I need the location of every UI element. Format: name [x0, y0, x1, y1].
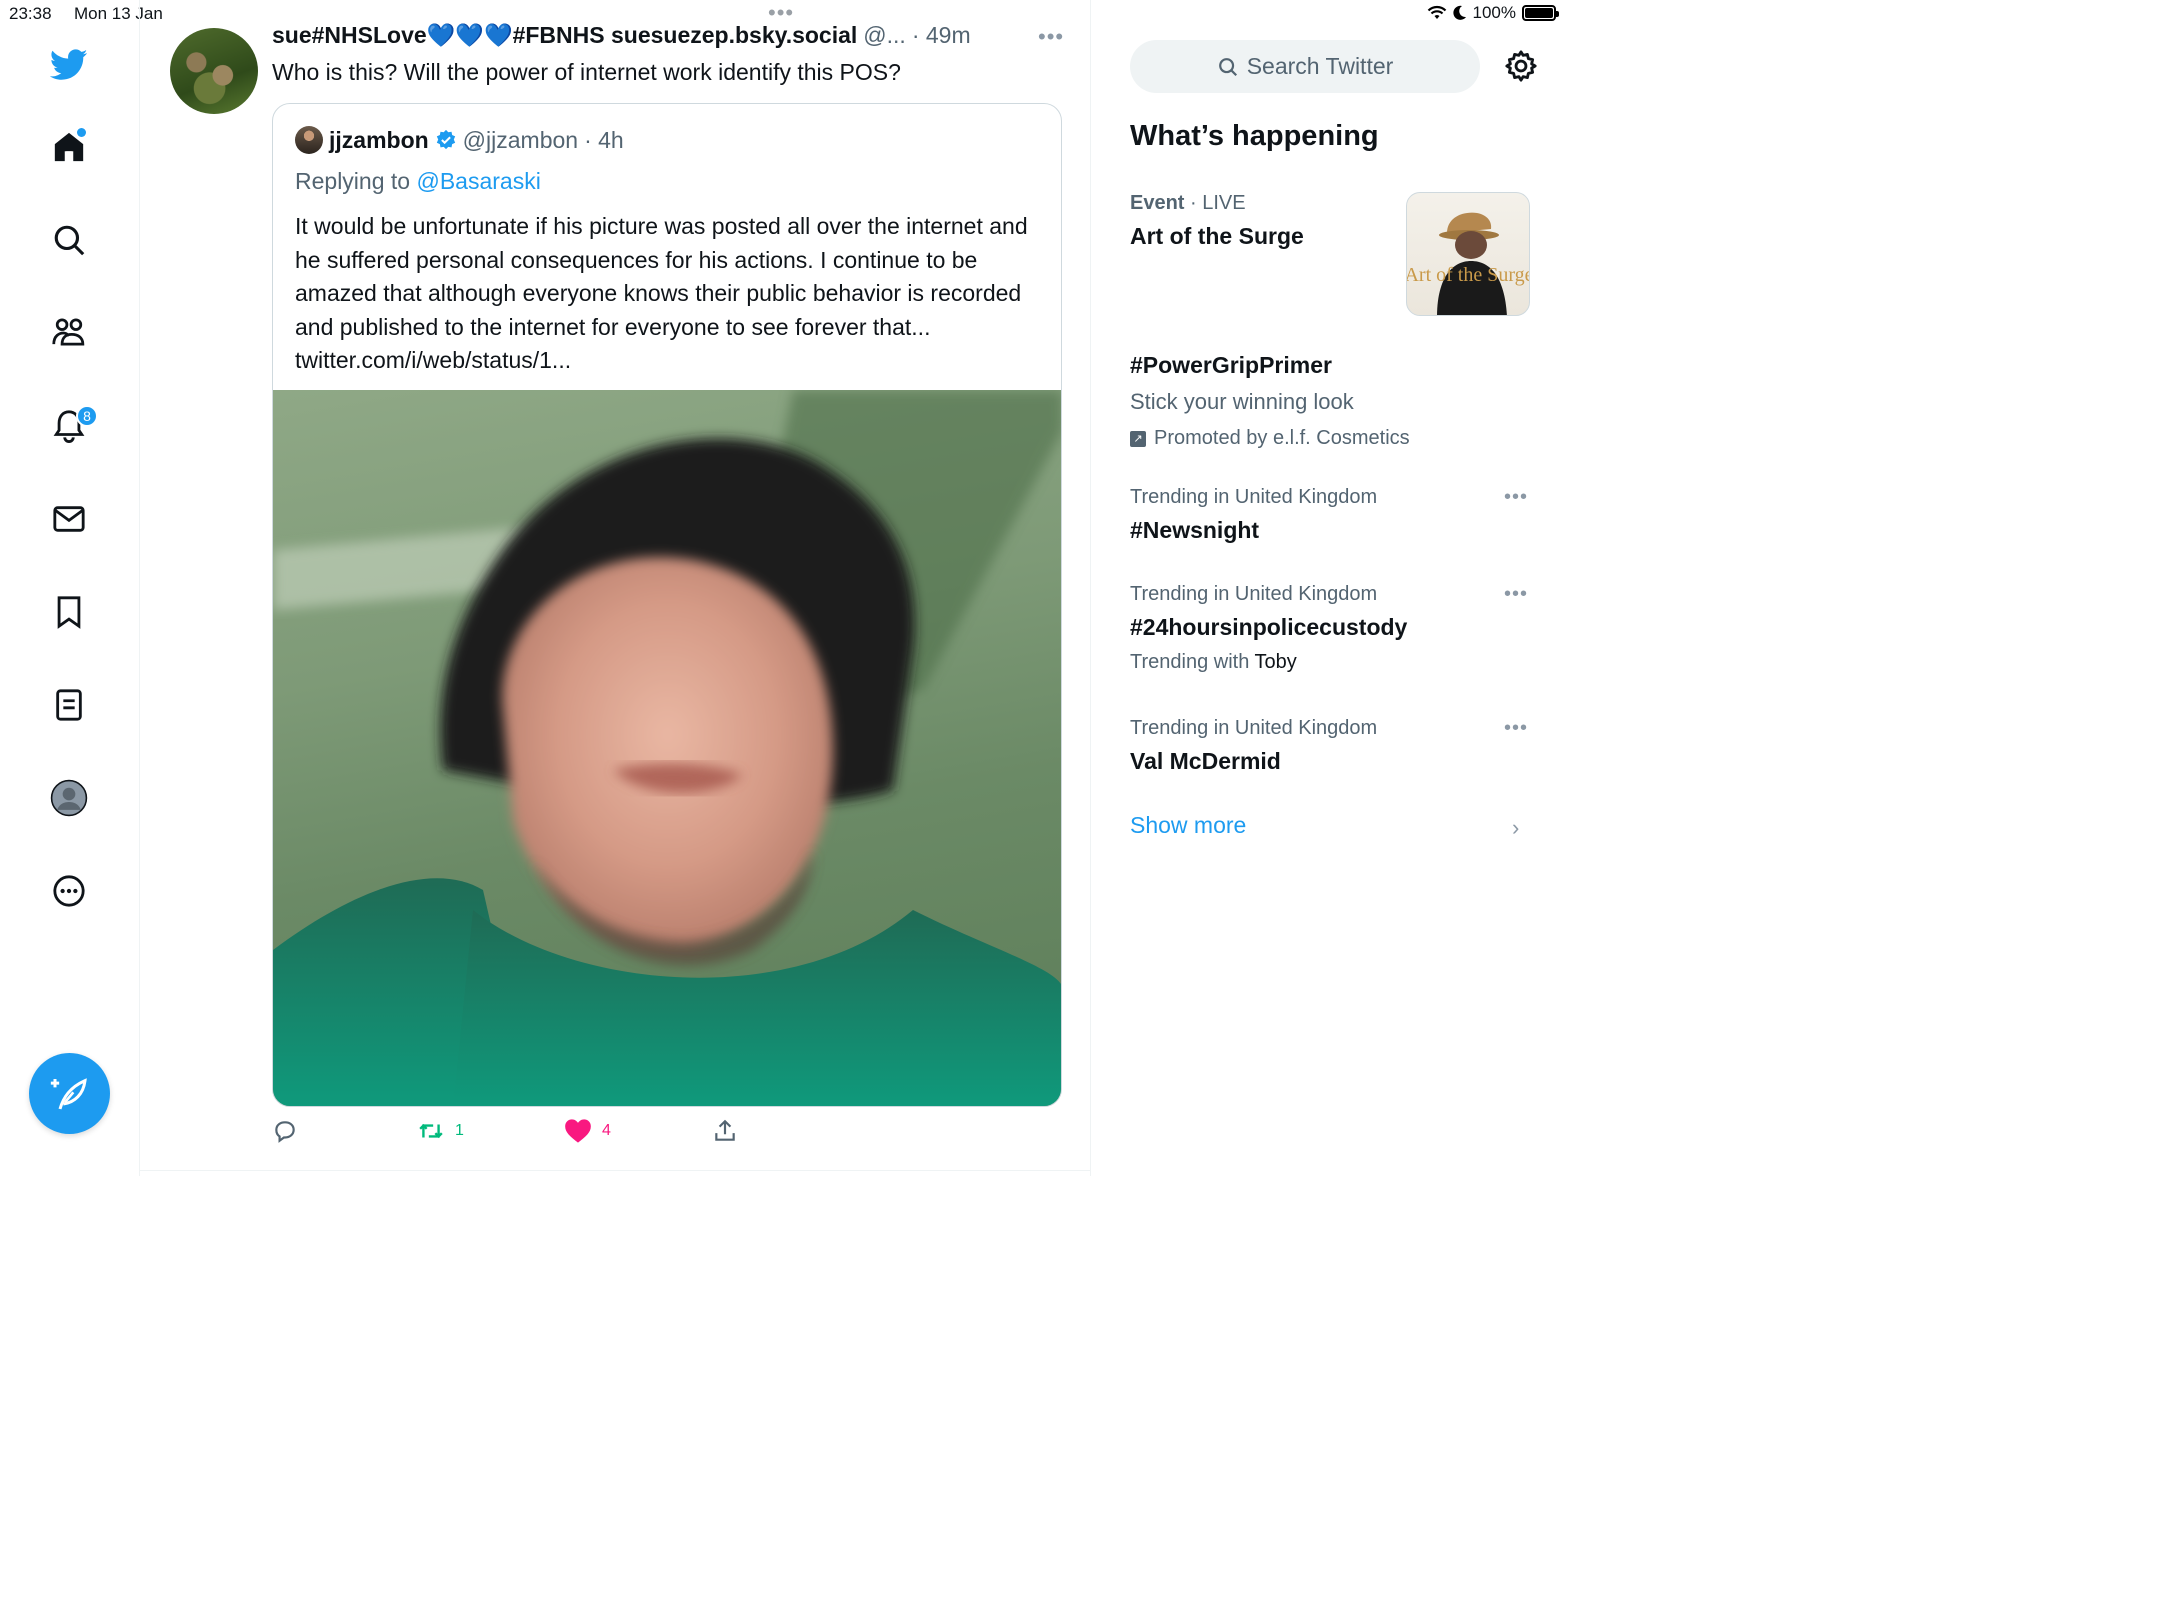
- quoted-tweet-header: jjzambon @jjzambon · 4h: [295, 126, 624, 154]
- search-icon: [54, 225, 85, 256]
- trend-item[interactable]: Trending in United Kingdom Val McDermid: [1130, 717, 1530, 775]
- promoted-by: ↗ Promoted by e.l.f. Cosmetics: [1130, 427, 1530, 450]
- tweet-actions: 1 4: [272, 1118, 1062, 1152]
- trending-with: Trending with Toby: [1130, 651, 1530, 674]
- retweet-button[interactable]: 1: [417, 1118, 464, 1144]
- retweet-icon: [419, 1123, 443, 1139]
- left-navigation: 8: [0, 0, 140, 1176]
- tweet-text: Who is this? Will the power of internet …: [272, 59, 901, 85]
- settings-gear-icon[interactable]: [1504, 49, 1538, 83]
- nav-home[interactable]: [44, 122, 94, 172]
- profile-icon: [50, 779, 88, 817]
- replying-to-prefix: Replying to: [295, 168, 411, 194]
- search-icon: [1218, 57, 1237, 76]
- whats-happening-title: What’s happening: [1130, 120, 1379, 152]
- tweet-header: sue#NHSLove💙💙💙#FBNHS suesuezep.bsky.soci…: [272, 22, 1032, 49]
- share-icon: [715, 1119, 735, 1141]
- trend-item[interactable]: Trending in United Kingdom #Newsnight: [1130, 486, 1530, 544]
- promoted-by-text: Promoted by e.l.f. Cosmetics: [1154, 427, 1410, 449]
- trend-item[interactable]: Trending in United Kingdom #24hoursinpol…: [1130, 583, 1530, 674]
- replying-to: Replying to @Basaraski: [295, 168, 541, 195]
- twitter-logo-icon[interactable]: [44, 40, 94, 90]
- quoted-tweet[interactable]: jjzambon @jjzambon · 4h Replying to @Bas…: [272, 103, 1062, 1107]
- photo-of-man-in-beanie: [273, 390, 1061, 1106]
- lists-icon: [56, 689, 82, 721]
- show-more-link[interactable]: Show more: [1130, 812, 1246, 839]
- nav-bookmarks[interactable]: [44, 587, 94, 637]
- messages-icon: [53, 506, 85, 532]
- heart-icon: [565, 1119, 591, 1143]
- quoted-author-name: jjzambon: [329, 126, 429, 153]
- reply-button[interactable]: [272, 1118, 298, 1144]
- communities-icon: [52, 318, 85, 346]
- trending-with-prefix: Trending with: [1130, 651, 1250, 673]
- promoted-subtitle: Stick your winning look: [1130, 389, 1354, 414]
- nav-communities[interactable]: [44, 308, 94, 358]
- search-placeholder: Search Twitter: [1246, 53, 1394, 79]
- quoted-timestamp: · 4h: [584, 126, 624, 153]
- trend-more-options-icon[interactable]: •••: [1504, 717, 1528, 740]
- search-input[interactable]: Search Twitter: [1130, 40, 1480, 93]
- reply-icon: [275, 1121, 295, 1143]
- trend-more-options-icon[interactable]: •••: [1504, 583, 1528, 606]
- nav-notifications[interactable]: 8: [44, 401, 98, 451]
- promoted-title: #PowerGripPrimer: [1130, 352, 1332, 378]
- quoted-author-handle: @jjzambon: [462, 126, 579, 153]
- event-thumbnail[interactable]: Art of the Surge: [1406, 192, 1530, 316]
- like-button[interactable]: 4: [564, 1118, 611, 1144]
- notifications-badge: 8: [76, 405, 98, 427]
- tweet-timestamp[interactable]: · 49m: [912, 22, 971, 49]
- event-status: · LIVE: [1190, 192, 1246, 214]
- right-sidebar: Search Twitter What’s happening Event · …: [1092, 0, 1566, 1176]
- quoted-tweet-text: It would be unfortunate if his picture w…: [295, 213, 1028, 373]
- chevron-right-icon[interactable]: ›: [1512, 815, 1519, 841]
- tweet-divider: [140, 1170, 1091, 1171]
- promoted-trend[interactable]: #PowerGripPrimer Stick your winning look…: [1130, 352, 1530, 450]
- tweet-author-name[interactable]: sue#NHSLove💙💙💙#FBNHS suesuezep.bsky.soci…: [272, 22, 857, 49]
- replying-to-link[interactable]: @Basaraski: [416, 168, 540, 194]
- quoted-tweet-photo[interactable]: [273, 390, 1061, 1106]
- event-thumbnail-text: Art of the Surge: [1407, 264, 1530, 286]
- trend-more-options-icon[interactable]: •••: [1504, 486, 1528, 509]
- timeline: sue#NHSLove💙💙💙#FBNHS suesuezep.bsky.soci…: [140, 0, 1091, 1176]
- trending-with-term: Toby: [1254, 651, 1297, 673]
- trend-title: #Newsnight: [1130, 517, 1260, 543]
- share-button[interactable]: [712, 1118, 738, 1144]
- more-icon: [53, 875, 85, 907]
- tweet-author-avatar[interactable]: [170, 28, 258, 114]
- event-label: Event: [1130, 192, 1185, 214]
- verified-badge-icon: [436, 129, 455, 150]
- nav-profile[interactable]: [44, 773, 94, 823]
- nav-explore[interactable]: [44, 215, 94, 265]
- promoted-arrow-icon: ↗: [1130, 430, 1146, 447]
- tweet-more-options-icon[interactable]: •••: [1038, 24, 1064, 50]
- trend-meta: Trending in United Kingdom: [1130, 583, 1378, 605]
- retweet-count: 1: [455, 1122, 464, 1139]
- trend-title: Val McDermid: [1130, 748, 1281, 774]
- tweet-author-handle[interactable]: @...: [863, 22, 906, 49]
- compose-feather-icon: [50, 1077, 87, 1109]
- nav-lists[interactable]: [44, 680, 94, 730]
- trend-meta: Trending in United Kingdom: [1130, 486, 1378, 508]
- like-count: 4: [602, 1122, 611, 1139]
- trend-title: #24hoursinpolicecustody: [1130, 614, 1408, 640]
- quoted-author-avatar: [295, 126, 323, 154]
- trend-meta: Trending in United Kingdom: [1130, 717, 1378, 739]
- compose-tweet-button[interactable]: [29, 1053, 110, 1134]
- home-unread-dot: [77, 128, 86, 137]
- nav-more[interactable]: [44, 866, 94, 916]
- nav-messages[interactable]: [44, 494, 94, 544]
- event-thumbnail-image: Art of the Surge: [1407, 212, 1530, 315]
- bookmarks-icon: [57, 596, 81, 629]
